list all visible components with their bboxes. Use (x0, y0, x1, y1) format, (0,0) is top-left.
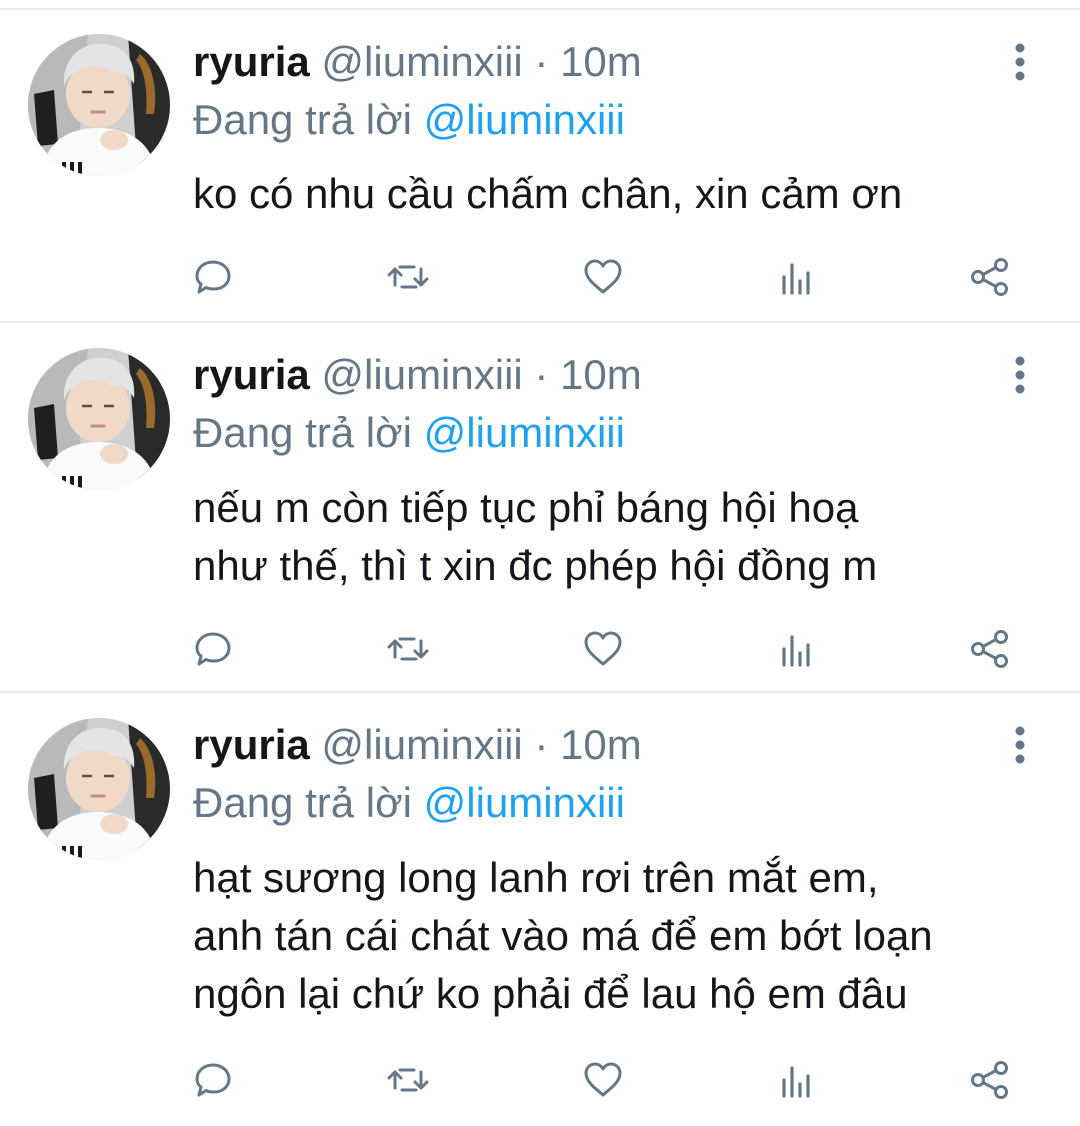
replying-to-label: Đang trả lời (193, 779, 412, 826)
replying-to-handle[interactable]: @liuminxiii (424, 96, 625, 143)
replying-to: Đang trả lời @liuminxiii (193, 92, 625, 148)
avatar[interactable] (28, 718, 170, 860)
retweet-button[interactable] (380, 1052, 436, 1108)
like-icon (584, 1062, 622, 1097)
reply-button[interactable] (185, 249, 241, 305)
like-button[interactable] (575, 249, 631, 305)
share-button[interactable] (961, 621, 1017, 677)
user-handle[interactable]: @liuminxiii (321, 351, 522, 398)
tweet[interactable]: ryuria @liuminxiii · 10m Đang trả lời @l… (0, 10, 1080, 323)
tweet-header: ryuria @liuminxiii · 10m (193, 347, 642, 403)
tweet-text: ko có nhu cầu chấm chân, xin cảm ơn (193, 170, 903, 217)
separator-dot: · (534, 38, 549, 85)
reply-icon (195, 260, 231, 294)
share-icon (971, 630, 1008, 668)
retweet-icon (387, 1068, 429, 1092)
user-handle[interactable]: @liuminxiii (321, 38, 522, 85)
separator-dot: · (534, 351, 549, 398)
tweet-header: ryuria @liuminxiii · 10m (193, 34, 642, 90)
timestamp[interactable]: 10m (560, 721, 642, 768)
more-vertical-icon (1015, 726, 1025, 764)
retweet-icon (387, 265, 429, 289)
tweet-actions (193, 1052, 1023, 1108)
like-button[interactable] (575, 1052, 631, 1108)
more-vertical-icon (1015, 43, 1025, 81)
separator-dot: · (534, 721, 549, 768)
replying-to-handle[interactable]: @liuminxiii (424, 409, 625, 456)
reply-button[interactable] (185, 1052, 241, 1108)
analytics-icon (782, 635, 810, 667)
analytics-button[interactable] (768, 621, 824, 677)
avatar-image (28, 34, 170, 176)
retweet-button[interactable] (380, 621, 436, 677)
replying-to: Đang trả lời @liuminxiii (193, 775, 625, 831)
tweet-actions (193, 621, 1023, 677)
avatar-image (28, 718, 170, 860)
more-vertical-icon (1015, 356, 1025, 394)
like-icon (584, 631, 622, 666)
avatar[interactable] (28, 34, 170, 176)
reply-icon (195, 1063, 231, 1097)
analytics-button[interactable] (768, 249, 824, 305)
avatar[interactable] (28, 348, 170, 490)
replying-to-label: Đang trả lời (193, 96, 412, 143)
analytics-icon (782, 263, 810, 295)
tweet[interactable]: ryuria @liuminxiii · 10m Đang trả lời @l… (0, 323, 1080, 693)
replying-to: Đang trả lời @liuminxiii (193, 405, 625, 461)
share-button[interactable] (961, 249, 1017, 305)
display-name[interactable]: ryuria (193, 351, 310, 398)
like-icon (584, 259, 622, 294)
timestamp[interactable]: 10m (560, 38, 642, 85)
more-options-button[interactable] (1000, 38, 1040, 86)
tweet-text: hạt sương long lanh rơi trên mắt em, anh… (193, 854, 933, 1017)
analytics-icon (782, 1066, 810, 1098)
analytics-button[interactable] (768, 1052, 824, 1108)
display-name[interactable]: ryuria (193, 38, 310, 85)
tweet-actions (193, 249, 1023, 305)
retweet-button[interactable] (380, 249, 436, 305)
share-icon (971, 258, 1008, 296)
more-options-button[interactable] (1000, 721, 1040, 769)
more-options-button[interactable] (1000, 351, 1040, 399)
avatar-image (28, 348, 170, 490)
replying-to-label: Đang trả lời (193, 409, 412, 456)
tweet-text: nếu m còn tiếp tục phỉ báng hội hoạ như … (193, 484, 878, 589)
reply-feed: ryuria @liuminxiii · 10m Đang trả lời @l… (0, 0, 1080, 1126)
like-button[interactable] (575, 621, 631, 677)
tweet-header: ryuria @liuminxiii · 10m (193, 717, 642, 773)
user-handle[interactable]: @liuminxiii (321, 721, 522, 768)
share-button[interactable] (961, 1052, 1017, 1108)
timestamp[interactable]: 10m (560, 351, 642, 398)
reply-button[interactable] (185, 621, 241, 677)
reply-icon (195, 632, 231, 666)
share-icon (971, 1061, 1008, 1099)
display-name[interactable]: ryuria (193, 721, 310, 768)
replying-to-handle[interactable]: @liuminxiii (424, 779, 625, 826)
tweet[interactable]: ryuria @liuminxiii · 10m Đang trả lời @l… (0, 693, 1080, 1126)
retweet-icon (387, 637, 429, 661)
